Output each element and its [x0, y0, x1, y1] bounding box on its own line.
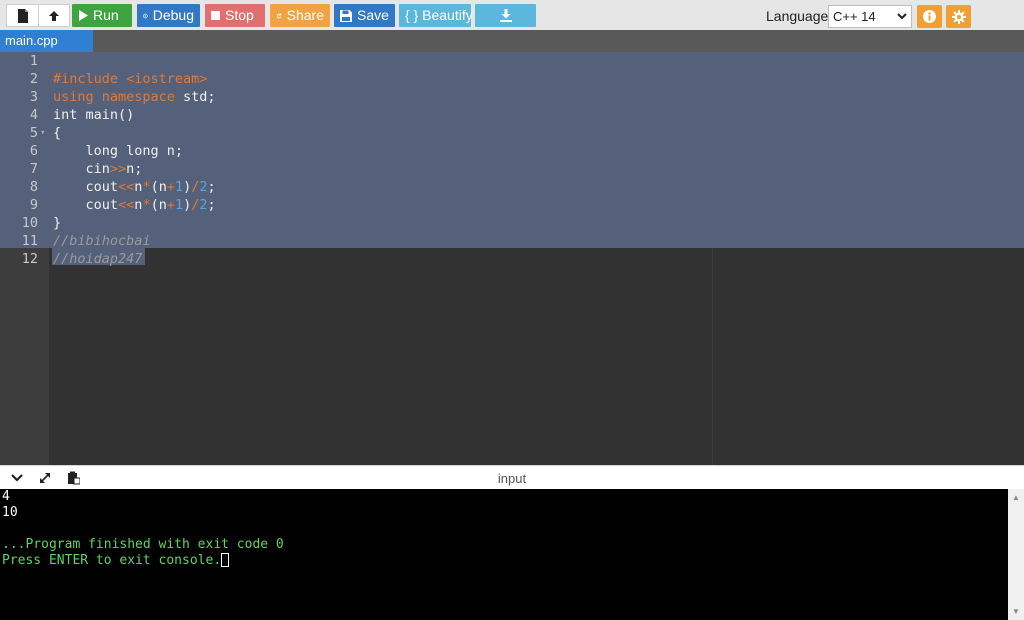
stop-button[interactable]: Stop — [205, 4, 265, 27]
code-text: int main() — [53, 107, 135, 123]
code-line: 12 //hoidap247 — [0, 250, 1024, 268]
code-line: 9 cout<<n*(n+1)/2; — [0, 196, 1024, 214]
floppy-disk-icon — [340, 9, 352, 22]
console-line: 10 — [2, 505, 18, 520]
save-button[interactable]: Save — [334, 4, 395, 27]
line-number: 11 — [21, 233, 38, 249]
line-number: 9 — [29, 197, 38, 213]
console-scrollbar[interactable]: ▲ ▼ — [1008, 489, 1024, 620]
console-prompt: Press ENTER to exit console. — [2, 553, 222, 568]
stop-label: Stop — [225, 7, 254, 23]
console-header: input — [0, 465, 1024, 490]
console-output[interactable]: 4 10 ...Program finished with exit code … — [0, 489, 1008, 620]
share-icon — [276, 13, 282, 18]
code-line: 10 } — [0, 214, 1024, 232]
line-number: 7 — [29, 161, 38, 177]
scroll-up-icon[interactable]: ▲ — [1012, 493, 1020, 502]
upload-button[interactable] — [38, 4, 70, 27]
code-text: cin>>n; — [53, 161, 143, 177]
code-text: cout<<n*(n+1)/2; — [53, 179, 216, 195]
language-value: C++ 14 — [833, 9, 876, 24]
debug-label: Debug — [152, 7, 194, 23]
line-number: 6 — [29, 143, 38, 159]
code-text: } — [53, 215, 62, 231]
code-text: #include <iostream> — [53, 71, 208, 87]
toolbar: Run Debug Stop Share Save { } Beautify L… — [0, 0, 1024, 31]
code-line: 4 int main() — [0, 106, 1024, 124]
share-button[interactable]: Share — [270, 4, 330, 27]
line-number: 1 — [29, 53, 38, 69]
language-select[interactable]: C++ 14 — [828, 5, 912, 28]
code-line: 6 long long n; — [0, 142, 1024, 160]
line-number: 5 — [29, 125, 38, 141]
input-label: input — [497, 471, 527, 486]
language-label: Language — [766, 8, 829, 24]
file-icon — [17, 8, 28, 23]
code-line: 1 — [0, 52, 1024, 70]
code-comment: //bibihocbai — [53, 233, 151, 249]
code-line: 7 cin>>n; — [0, 160, 1024, 178]
upload-icon — [49, 10, 59, 21]
line-number: 12 — [21, 251, 38, 267]
code-text: cout<<n*(n+1)/2; — [53, 197, 216, 213]
print-margin — [712, 248, 713, 465]
code-line: 11 //bibihocbai — [0, 232, 1024, 250]
code-text: long long n; — [53, 143, 184, 159]
info-icon — [923, 10, 936, 23]
stop-icon — [211, 11, 220, 20]
file-tab-bar: main.cpp — [0, 30, 1024, 52]
info-button[interactable] — [917, 5, 942, 28]
download-icon — [499, 9, 512, 22]
code-line: 5 ▾ { — [0, 124, 1024, 142]
new-file-button[interactable] — [6, 4, 39, 27]
run-button[interactable]: Run — [72, 4, 132, 27]
line-number: 3 — [29, 89, 38, 105]
debug-button[interactable]: Debug — [137, 4, 200, 27]
debug-icon — [143, 13, 148, 18]
console-line: 4 — [2, 489, 10, 504]
code-text: using namespace std; — [53, 89, 216, 105]
console-line: ...Program finished with exit code 0 — [2, 537, 284, 552]
code-comment: //hoidap247 — [53, 251, 143, 267]
line-number: 8 — [29, 179, 38, 195]
code-editor[interactable]: 1 2 #include <iostream> 3 using namespac… — [0, 52, 1024, 465]
scroll-down-icon[interactable]: ▼ — [1012, 607, 1020, 616]
download-button[interactable] — [475, 4, 536, 27]
code-text: { — [53, 125, 62, 141]
chevron-down-icon — [897, 13, 907, 20]
settings-button[interactable] — [946, 5, 971, 28]
tab-main-cpp[interactable]: main.cpp — [0, 30, 93, 52]
line-number: 4 — [29, 107, 38, 123]
console-cursor — [221, 553, 230, 567]
beautify-button[interactable]: { } Beautify — [399, 4, 473, 27]
beautify-label: { } Beautify — [405, 7, 473, 23]
code-line: 2 #include <iostream> — [0, 70, 1024, 88]
code-line: 3 using namespace std; — [0, 88, 1024, 106]
console-prompt-line: Press ENTER to exit console. — [2, 553, 230, 569]
fold-arrow-icon[interactable]: ▾ — [40, 124, 45, 142]
line-number: 10 — [21, 215, 38, 231]
share-label: Share — [286, 7, 324, 23]
code-line: 8 cout<<n*(n+1)/2; — [0, 178, 1024, 196]
gear-icon — [951, 9, 966, 24]
line-number: 2 — [29, 71, 38, 87]
play-icon — [79, 10, 88, 21]
run-label: Run — [93, 7, 119, 23]
save-label: Save — [357, 7, 389, 23]
